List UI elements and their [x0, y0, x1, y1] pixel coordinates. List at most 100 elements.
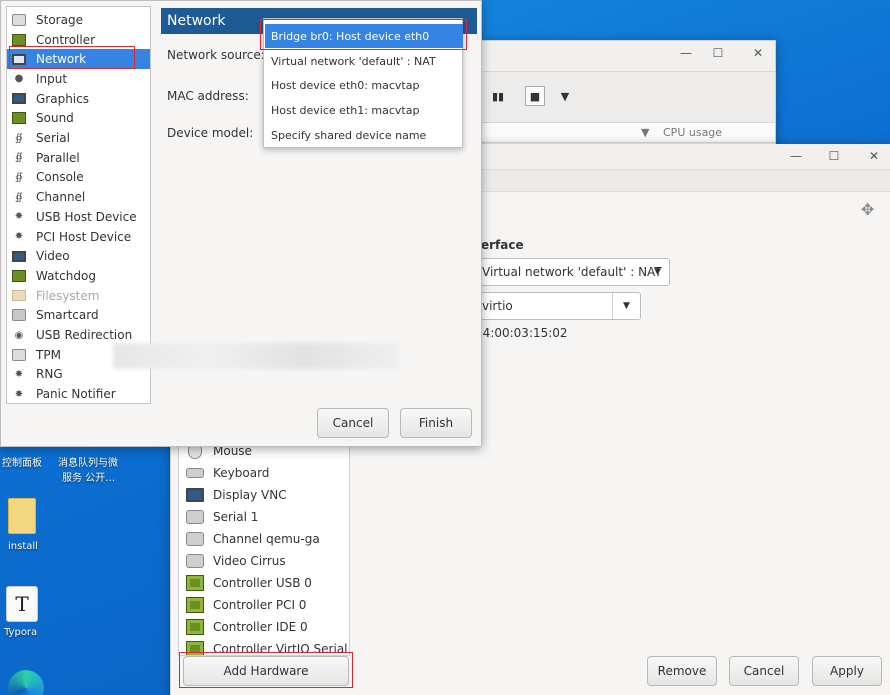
maximize-icon[interactable]: ☐	[703, 41, 733, 65]
device-type-graphics[interactable]: Graphics	[7, 89, 150, 109]
device-type-video[interactable]: Video	[7, 246, 150, 266]
device-type-console[interactable]: ∯ Console	[7, 168, 150, 188]
serial-icon: ∯	[15, 132, 23, 144]
close-icon[interactable]: ✕	[743, 41, 773, 65]
hw-item-label: Channel qemu-ga	[213, 532, 320, 546]
device-type-pci-host[interactable]: ✸ PCI Host Device	[7, 227, 150, 247]
console-icon: ∯	[15, 171, 23, 183]
hw-item-controller-usb[interactable]: Controller USB 0	[179, 572, 349, 594]
device-type-label: Channel	[36, 190, 86, 205]
blurred-region	[113, 343, 399, 369]
minimize-icon[interactable]: —	[781, 144, 811, 168]
hw-item-channel[interactable]: Channel qemu-ga	[179, 528, 349, 550]
device-type-usb-host[interactable]: ✸ USB Host Device	[7, 207, 150, 227]
apply-button[interactable]: Apply	[812, 656, 882, 686]
fullscreen-icon[interactable]: ✥	[861, 200, 874, 219]
device-type-label: Controller	[36, 32, 96, 47]
chevron-down-icon: ▼	[654, 267, 661, 277]
device-type-usb-redirection[interactable]: ◉ USB Redirection	[7, 325, 150, 345]
hw-item-controller-pci[interactable]: Controller PCI 0	[179, 594, 349, 616]
device-type-controller[interactable]: Controller	[7, 30, 150, 50]
desktop-label-message-queue[interactable]: 消息队列与微	[58, 454, 118, 469]
sort-indicator-icon[interactable]: ▼	[641, 126, 649, 139]
channel-icon	[185, 530, 205, 548]
desktop-label-service[interactable]: 服务 公开…	[62, 469, 115, 484]
source-option-eth1-macvtap[interactable]: Host device eth1: macvtap	[265, 98, 463, 122]
pci-icon: ✸	[14, 231, 24, 243]
vm-mac-value: :54:00:03:15:02	[471, 326, 568, 340]
hardware-list: Mouse Keyboard Display VNC Serial 1 Chan…	[178, 444, 350, 656]
device-type-label: PCI Host Device	[36, 229, 132, 244]
device-type-label: Graphics	[36, 91, 89, 106]
video-icon	[11, 249, 27, 263]
tpm-icon	[11, 348, 27, 362]
device-type-watchdog[interactable]: Watchdog	[7, 266, 150, 286]
parallel-icon: ∯	[15, 152, 23, 164]
network-source-label: Network source:	[167, 48, 265, 62]
pause-icon[interactable]: ▮▮	[489, 86, 507, 106]
device-type-channel[interactable]: ∯ Channel	[7, 187, 150, 207]
graphics-icon	[11, 92, 27, 106]
device-type-network[interactable]: Network	[7, 49, 150, 70]
minimize-icon[interactable]: —	[671, 41, 701, 65]
hw-item-controller-ide[interactable]: Controller IDE 0	[179, 616, 349, 638]
vm-cancel-button[interactable]: Cancel	[729, 656, 799, 686]
smartcard-icon	[11, 308, 27, 322]
device-type-panic-notifier[interactable]: ✸ Panic Notifier	[7, 384, 150, 404]
desktop-label-typora[interactable]: Typora	[4, 627, 37, 638]
nic-section-heading: erface	[481, 238, 524, 252]
vm-manager-window: — ☐ ✕ ▮▮ ■ ▼ ▼ CPU usage	[480, 40, 776, 150]
device-type-label: TPM	[36, 347, 61, 362]
device-type-input[interactable]: ● Input	[7, 69, 150, 89]
device-type-smartcard[interactable]: Smartcard	[7, 306, 150, 326]
device-type-storage[interactable]: Storage	[7, 10, 150, 30]
close-icon[interactable]: ✕	[859, 144, 889, 168]
controller-icon	[185, 596, 205, 614]
cancel-button[interactable]: Cancel	[317, 408, 389, 438]
maximize-icon[interactable]: ☐	[819, 144, 849, 168]
device-type-sound[interactable]: Sound	[7, 109, 150, 129]
device-type-label: Panic Notifier	[36, 387, 116, 402]
source-option-eth0-macvtap[interactable]: Host device eth0: macvtap	[265, 73, 463, 97]
hw-item-video[interactable]: Video Cirrus	[179, 550, 349, 572]
device-type-serial[interactable]: ∯ Serial	[7, 128, 150, 148]
hw-item-label: Controller USB 0	[213, 576, 312, 590]
input-icon: ●	[14, 73, 24, 85]
add-hardware-button[interactable]: Add Hardware	[183, 656, 349, 686]
column-cpu-usage[interactable]: CPU usage	[663, 126, 722, 139]
device-type-label: Parallel	[36, 150, 80, 165]
finish-button[interactable]: Finish	[400, 408, 472, 438]
source-option-shared-device[interactable]: Specify shared device name	[265, 123, 463, 147]
source-option-default-nat[interactable]: Virtual network 'default' : NAT	[265, 49, 463, 73]
hw-item-label: Video Cirrus	[213, 554, 286, 568]
hw-item-display-vnc[interactable]: Display VNC	[179, 484, 349, 506]
device-type-parallel[interactable]: ∯ Parallel	[7, 148, 150, 168]
network-icon	[11, 52, 27, 66]
desktop-label-control-panel[interactable]: 控制面板	[2, 454, 42, 469]
vm-device-model-value: virtio	[482, 299, 513, 313]
vm-network-source-value: Virtual network 'default' : NAT	[482, 265, 662, 279]
hw-item-keyboard[interactable]: Keyboard	[179, 462, 349, 484]
mac-address-label: MAC address:	[167, 89, 249, 103]
source-option-bridge-br0[interactable]: Bridge br0: Host device eth0	[265, 24, 463, 48]
hw-item-serial-1[interactable]: Serial 1	[179, 506, 349, 528]
edge-icon[interactable]	[8, 670, 44, 695]
install-folder-icon[interactable]	[8, 498, 36, 534]
device-type-label: Input	[36, 71, 68, 86]
device-model-label: Device model:	[167, 126, 254, 140]
vm-network-source-combo[interactable]: Virtual network 'default' : NAT ▼	[471, 258, 670, 286]
stop-icon[interactable]: ■	[525, 86, 545, 106]
chevron-down-icon[interactable]: ▼	[557, 86, 573, 106]
sound-icon	[11, 111, 27, 125]
manager-list-header: ▼ CPU usage	[481, 123, 775, 143]
vm-device-model-combo[interactable]: virtio ▼	[471, 292, 641, 320]
storage-icon	[11, 13, 27, 27]
desktop-label-install[interactable]: install	[8, 541, 38, 552]
remove-button[interactable]: Remove	[647, 656, 717, 686]
chevron-down-icon[interactable]: ▼	[612, 293, 640, 319]
hw-item-controller-virtio-serial[interactable]: Controller VirtIO Serial 0	[179, 638, 349, 655]
watchdog-icon	[11, 269, 27, 283]
typora-icon[interactable]: T	[6, 586, 38, 622]
device-type-filesystem: Filesystem	[7, 286, 150, 306]
video-icon	[185, 552, 205, 570]
